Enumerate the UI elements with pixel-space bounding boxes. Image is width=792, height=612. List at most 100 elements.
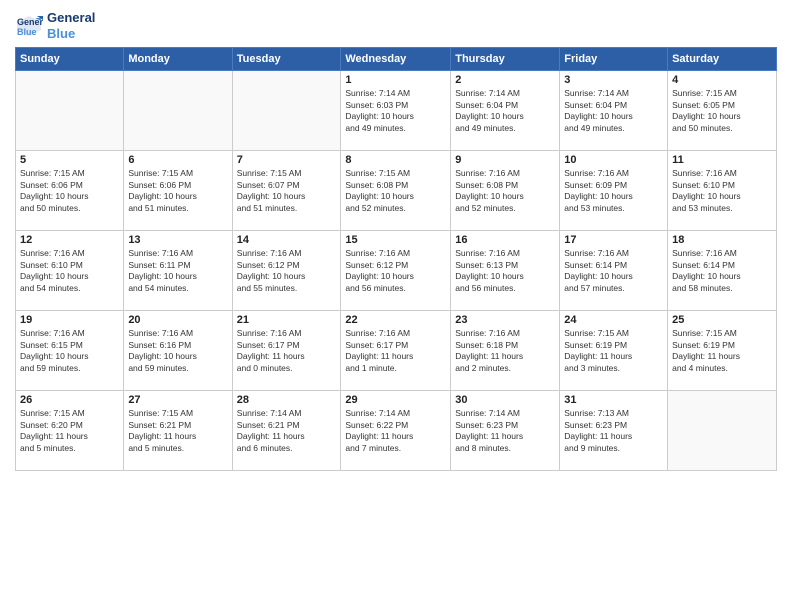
calendar-cell: 21 Sunrise: 7:16 AM Sunset: 6:17 PM Dayli…	[232, 311, 341, 391]
day-number: 21	[237, 314, 337, 326]
cell-content: Sunrise: 7:16 AM Sunset: 6:14 PM Dayligh…	[672, 248, 772, 294]
cell-content: Sunrise: 7:16 AM Sunset: 6:18 PM Dayligh…	[455, 328, 555, 374]
cell-content: Sunrise: 7:15 AM Sunset: 6:08 PM Dayligh…	[345, 168, 446, 214]
day-number: 10	[564, 154, 663, 166]
calendar-cell: 7 Sunrise: 7:15 AM Sunset: 6:07 PM Daylig…	[232, 151, 341, 231]
main-container: General Blue General Blue SundayMondayTu…	[0, 0, 792, 481]
calendar-cell: 30Sunrise: 7:14 AM Sunset: 6:23 PM Dayli…	[451, 391, 560, 471]
week-row-3: 19 Sunrise: 7:16 AM Sunset: 6:15 PM Dayli…	[16, 311, 777, 391]
day-number: 20	[128, 314, 227, 326]
day-number: 19	[20, 314, 119, 326]
day-number: 3	[564, 74, 663, 86]
cell-content: Sunrise: 7:15 AM Sunset: 6:06 PM Dayligh…	[128, 168, 227, 214]
cell-content: Sunrise: 7:15 AM Sunset: 6:07 PM Dayligh…	[237, 168, 337, 214]
day-number: 26	[20, 394, 119, 406]
day-number: 6	[128, 154, 227, 166]
calendar-cell: 25 Sunrise: 7:15 AM Sunset: 6:19 PM Dayli…	[668, 311, 777, 391]
calendar-cell: 6 Sunrise: 7:15 AM Sunset: 6:06 PM Daylig…	[124, 151, 232, 231]
cell-content: Sunrise: 7:16 AM Sunset: 6:14 PM Dayligh…	[564, 248, 663, 294]
weekday-header-tuesday: Tuesday	[232, 48, 341, 71]
day-number: 13	[128, 234, 227, 246]
cell-content: Sunrise: 7:14 AM Sunset: 6:03 PM Dayligh…	[345, 88, 446, 134]
cell-content: Sunrise: 7:14 AM Sunset: 6:21 PM Dayligh…	[237, 408, 337, 454]
day-number: 24	[564, 314, 663, 326]
calendar-cell: 20 Sunrise: 7:16 AM Sunset: 6:16 PM Dayli…	[124, 311, 232, 391]
day-number: 12	[20, 234, 119, 246]
day-number: 28	[237, 394, 337, 406]
calendar-cell: 29 Sunrise: 7:14 AM Sunset: 6:22 PM Dayli…	[341, 391, 451, 471]
cell-content: Sunrise: 7:16 AM Sunset: 6:12 PM Dayligh…	[345, 248, 446, 294]
calendar-cell: 12 Sunrise: 7:16 AM Sunset: 6:10 PM Dayli…	[16, 231, 124, 311]
cell-content: Sunrise: 7:16 AM Sunset: 6:15 PM Dayligh…	[20, 328, 119, 374]
day-number: 5	[20, 154, 119, 166]
cell-content: Sunrise: 7:15 AM Sunset: 6:19 PM Dayligh…	[564, 328, 663, 374]
calendar-cell: 24 Sunrise: 7:15 AM Sunset: 6:19 PM Dayli…	[560, 311, 668, 391]
cell-content: Sunrise: 7:13 AM Sunset: 6:23 PM Dayligh…	[564, 408, 663, 454]
cell-content: Sunrise: 7:16 AM Sunset: 6:17 PM Dayligh…	[237, 328, 337, 374]
calendar-cell: 19 Sunrise: 7:16 AM Sunset: 6:15 PM Dayli…	[16, 311, 124, 391]
day-number: 17	[564, 234, 663, 246]
calendar-cell	[16, 71, 124, 151]
calendar-cell: 2Sunrise: 7:14 AM Sunset: 6:04 PM Daylig…	[451, 71, 560, 151]
logo-icon: General Blue	[15, 12, 43, 40]
calendar-cell: 17 Sunrise: 7:16 AM Sunset: 6:14 PM Dayli…	[560, 231, 668, 311]
day-number: 31	[564, 394, 663, 406]
cell-content: Sunrise: 7:15 AM Sunset: 6:06 PM Dayligh…	[20, 168, 119, 214]
cell-content: Sunrise: 7:16 AM Sunset: 6:11 PM Dayligh…	[128, 248, 227, 294]
calendar-cell: 15 Sunrise: 7:16 AM Sunset: 6:12 PM Dayli…	[341, 231, 451, 311]
calendar: SundayMondayTuesdayWednesdayThursdayFrid…	[15, 47, 777, 471]
weekday-header-wednesday: Wednesday	[341, 48, 451, 71]
calendar-cell: 10 Sunrise: 7:16 AM Sunset: 6:09 PM Dayli…	[560, 151, 668, 231]
cell-content: Sunrise: 7:16 AM Sunset: 6:16 PM Dayligh…	[128, 328, 227, 374]
calendar-cell: 27Sunrise: 7:15 AM Sunset: 6:21 PM Dayli…	[124, 391, 232, 471]
day-number: 4	[672, 74, 772, 86]
cell-content: Sunrise: 7:15 AM Sunset: 6:19 PM Dayligh…	[672, 328, 772, 374]
svg-text:Blue: Blue	[17, 27, 37, 37]
cell-content: Sunrise: 7:16 AM Sunset: 6:13 PM Dayligh…	[455, 248, 555, 294]
cell-content: Sunrise: 7:16 AM Sunset: 6:09 PM Dayligh…	[564, 168, 663, 214]
cell-content: Sunrise: 7:16 AM Sunset: 6:10 PM Dayligh…	[20, 248, 119, 294]
day-number: 2	[455, 74, 555, 86]
day-number: 22	[345, 314, 446, 326]
calendar-cell: 22 Sunrise: 7:16 AM Sunset: 6:17 PM Dayli…	[341, 311, 451, 391]
day-number: 25	[672, 314, 772, 326]
day-number: 1	[345, 74, 446, 86]
week-row-0: 1 Sunrise: 7:14 AM Sunset: 6:03 PM Daylig…	[16, 71, 777, 151]
day-number: 11	[672, 154, 772, 166]
calendar-cell: 9 Sunrise: 7:16 AM Sunset: 6:08 PM Daylig…	[451, 151, 560, 231]
day-number: 7	[237, 154, 337, 166]
day-number: 23	[455, 314, 555, 326]
weekday-header-friday: Friday	[560, 48, 668, 71]
calendar-cell: 5 Sunrise: 7:15 AM Sunset: 6:06 PM Daylig…	[16, 151, 124, 231]
week-row-1: 5 Sunrise: 7:15 AM Sunset: 6:06 PM Daylig…	[16, 151, 777, 231]
calendar-cell: 3Sunrise: 7:14 AM Sunset: 6:04 PM Daylig…	[560, 71, 668, 151]
cell-content: Sunrise: 7:14 AM Sunset: 6:22 PM Dayligh…	[345, 408, 446, 454]
calendar-cell: 28 Sunrise: 7:14 AM Sunset: 6:21 PM Dayli…	[232, 391, 341, 471]
day-number: 14	[237, 234, 337, 246]
day-number: 18	[672, 234, 772, 246]
calendar-cell: 4 Sunrise: 7:15 AM Sunset: 6:05 PM Daylig…	[668, 71, 777, 151]
cell-content: Sunrise: 7:15 AM Sunset: 6:05 PM Dayligh…	[672, 88, 772, 134]
calendar-cell: 14Sunrise: 7:16 AM Sunset: 6:12 PM Dayli…	[232, 231, 341, 311]
header: General Blue General Blue	[15, 10, 777, 41]
day-number: 15	[345, 234, 446, 246]
day-number: 16	[455, 234, 555, 246]
cell-content: Sunrise: 7:16 AM Sunset: 6:08 PM Dayligh…	[455, 168, 555, 214]
calendar-cell: 16 Sunrise: 7:16 AM Sunset: 6:13 PM Dayli…	[451, 231, 560, 311]
day-number: 8	[345, 154, 446, 166]
day-number: 29	[345, 394, 446, 406]
calendar-cell: 13 Sunrise: 7:16 AM Sunset: 6:11 PM Dayli…	[124, 231, 232, 311]
calendar-cell: 31 Sunrise: 7:13 AM Sunset: 6:23 PM Dayli…	[560, 391, 668, 471]
week-row-2: 12 Sunrise: 7:16 AM Sunset: 6:10 PM Dayli…	[16, 231, 777, 311]
calendar-cell: 8 Sunrise: 7:15 AM Sunset: 6:08 PM Daylig…	[341, 151, 451, 231]
calendar-cell: 18 Sunrise: 7:16 AM Sunset: 6:14 PM Dayli…	[668, 231, 777, 311]
week-row-4: 26Sunrise: 7:15 AM Sunset: 6:20 PM Dayli…	[16, 391, 777, 471]
weekday-header-thursday: Thursday	[451, 48, 560, 71]
calendar-cell	[668, 391, 777, 471]
weekday-header-saturday: Saturday	[668, 48, 777, 71]
calendar-cell: 1 Sunrise: 7:14 AM Sunset: 6:03 PM Daylig…	[341, 71, 451, 151]
cell-content: Sunrise: 7:16 AM Sunset: 6:17 PM Dayligh…	[345, 328, 446, 374]
cell-content: Sunrise: 7:16 AM Sunset: 6:10 PM Dayligh…	[672, 168, 772, 214]
day-number: 9	[455, 154, 555, 166]
logo: General Blue General Blue	[15, 10, 95, 41]
